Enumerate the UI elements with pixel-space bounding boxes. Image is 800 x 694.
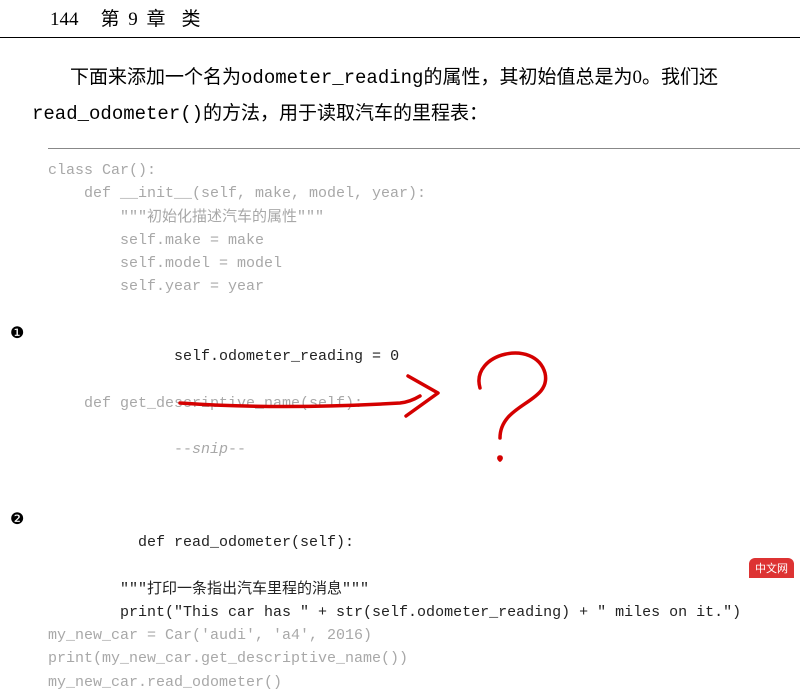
chapter-title: 类	[182, 4, 203, 31]
chapter-label: 第 9 章	[101, 4, 168, 31]
inline-code: odometer_reading	[241, 67, 423, 89]
code-line: my_new_car = Car('audi', 'a4', 2016)	[48, 624, 800, 647]
code-line: class Car():	[48, 159, 800, 182]
inline-code: read_odometer()	[32, 103, 203, 125]
code-line: self.make = make	[48, 229, 800, 252]
code-line: """初始化描述汽车的属性"""	[48, 206, 800, 229]
code-line: def get_descriptive_name(self):	[48, 392, 800, 415]
code-line-emphasis: ❷ def read_odometer(self):	[48, 485, 800, 578]
code-line: print(my_new_car.get_descriptive_name())	[48, 647, 800, 670]
page-number: 144	[50, 9, 79, 31]
prose-text: 的属性，其初始值总是为0。我们还	[423, 67, 718, 88]
code-line-snip: --snip--	[48, 415, 800, 485]
site-watermark: 中文网	[749, 558, 794, 578]
code-line: def __init__(self, make, model, year):	[48, 182, 800, 205]
callout-marker-1: ❶	[10, 322, 24, 347]
body-paragraph: 下面来添加一个名为odometer_reading的属性，其初始值总是为0。我们…	[0, 60, 800, 132]
code-line-emphasis: """打印一条指出汽车里程的消息"""	[48, 578, 800, 601]
code-line: self.year = year	[48, 275, 800, 298]
page-header: 144 第 9 章 类	[0, 4, 800, 38]
page-root: 144 第 9 章 类 下面来添加一个名为odometer_reading的属性…	[0, 0, 800, 694]
code-block: class Car(): def __init__(self, make, mo…	[48, 148, 800, 694]
code-line: self.model = model	[48, 252, 800, 275]
code-line-emphasis: ❶ self.odometer_reading = 0	[48, 299, 800, 392]
code-line-emphasis: print("This car has " + str(self.odomete…	[48, 601, 800, 624]
prose-text: 下面来添加一个名为	[70, 67, 241, 88]
code-line: my_new_car.read_odometer()	[48, 671, 800, 694]
callout-marker-2: ❷	[10, 508, 24, 533]
prose-text: 的方法，用于读取汽车的里程表：	[203, 103, 488, 124]
